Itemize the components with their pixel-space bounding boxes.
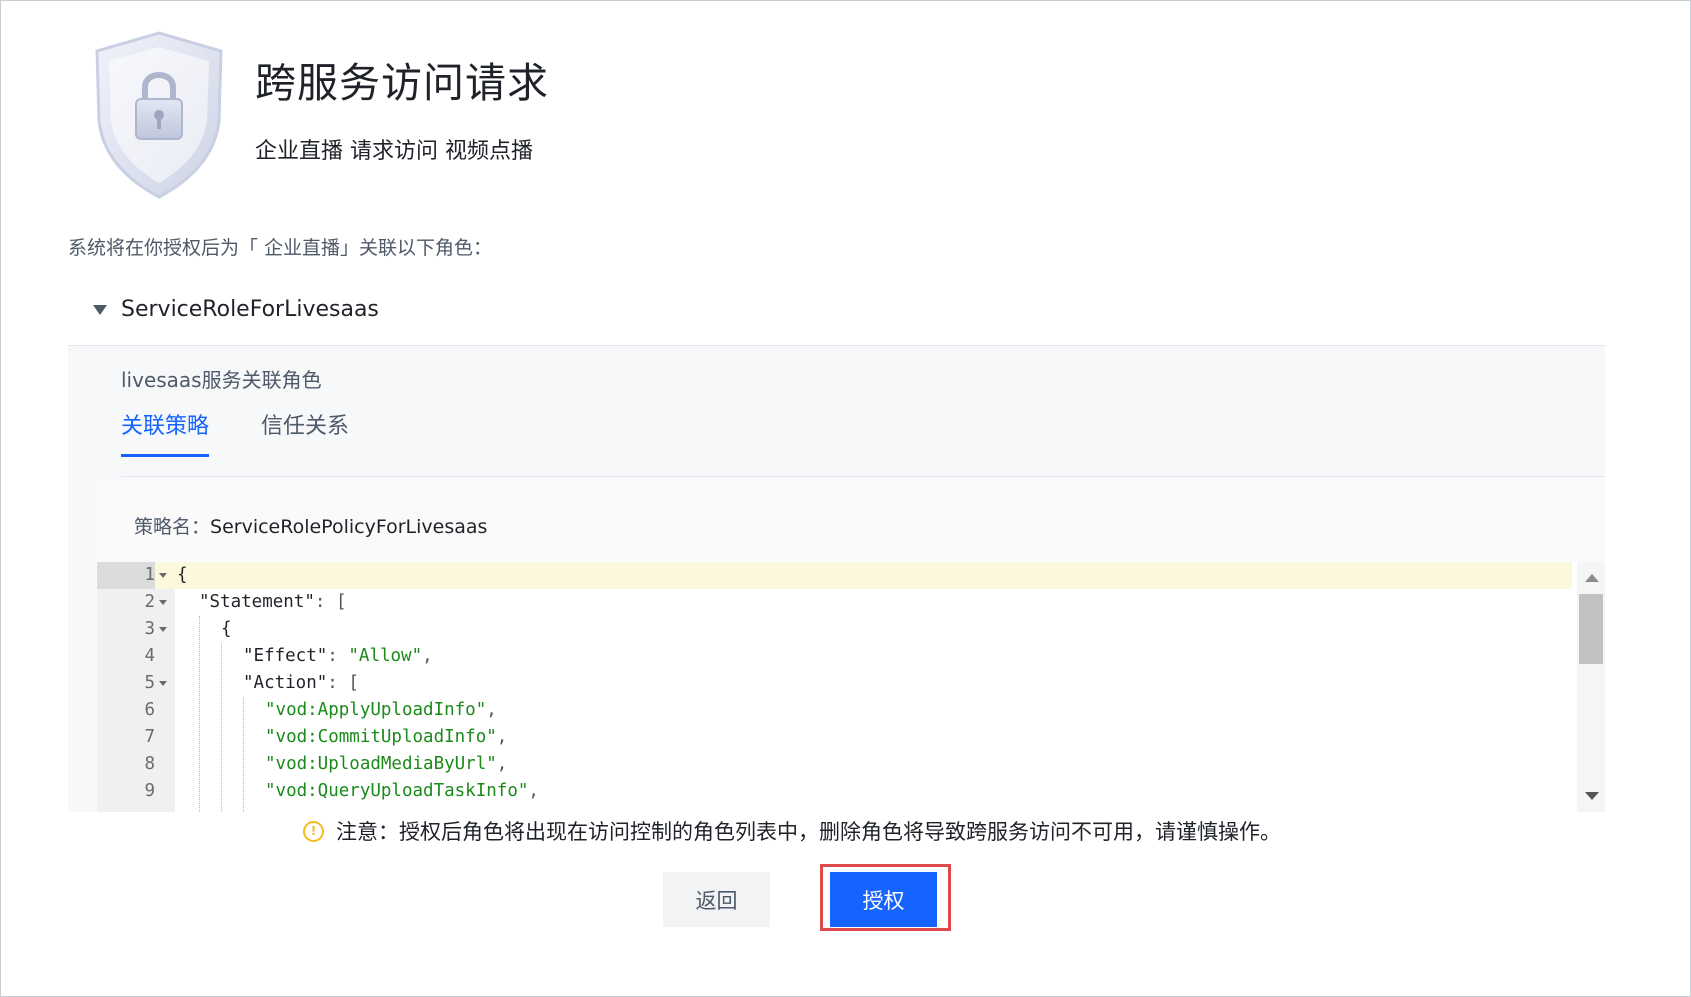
tab-associated-policy[interactable]: 关联策略 — [121, 408, 210, 457]
policy-name-value: ServiceRolePolicyForLivesaas — [210, 516, 488, 538]
authorize-button[interactable]: 授权 — [830, 872, 937, 927]
role-binding-description: 系统将在你授权后为「 企业直播」关联以下角色： — [68, 237, 493, 259]
role-description: livesaas服务关联角色 — [121, 368, 322, 392]
line-number: 4 — [144, 646, 155, 666]
shield-lock-icon — [95, 31, 223, 199]
code-line: 9 "vod:QueryUploadTaskInfo", — [97, 778, 1572, 805]
code-text: "Action": [ — [243, 670, 359, 697]
code-text: "vod:UploadMediaByUrl", — [265, 754, 508, 774]
policy-name-label: 策略名： — [134, 516, 211, 538]
role-name: ServiceRoleForLivesaas — [121, 297, 379, 322]
json-string: "Allow" — [348, 646, 423, 666]
code-text: "vod:QueryUploadTaskInfo", — [265, 781, 539, 801]
json-punct: : [ — [327, 673, 359, 693]
role-detail-panel: livesaas服务关联角色 关联策略 信任关系 策略名：ServiceRole… — [68, 345, 1605, 812]
json-punct: : [ — [314, 592, 347, 612]
policy-code-editor[interactable]: 1 { 2 "Statement": [ 3 { 4 "Effect": "Al… — [97, 562, 1605, 812]
scroll-up-arrow-icon[interactable] — [1585, 574, 1599, 582]
policy-name-row: 策略名：ServiceRolePolicyForLivesaas — [134, 512, 487, 539]
code-line: 5 "Action": [ — [97, 670, 1572, 697]
fold-toggle-icon[interactable] — [159, 681, 167, 686]
json-key: "Effect" — [243, 646, 328, 666]
scrollbar-thumb[interactable] — [1579, 594, 1603, 664]
line-number: 5 — [144, 673, 155, 693]
code-line: 7 "vod:CommitUploadInfo", — [97, 724, 1572, 751]
caret-down-icon — [93, 304, 107, 315]
code-line: 2 "Statement": [ — [97, 589, 1572, 616]
line-number: 7 — [144, 727, 155, 747]
warning-notice: ! 注意：授权后角色将出现在访问控制的角色列表中，删除角色将导致跨服务访问不可用… — [303, 816, 1281, 846]
json-string: "vod:UploadMediaByUrl" — [265, 754, 497, 774]
page-subtitle: 企业直播 请求访问 视频点播 — [255, 139, 533, 164]
editor-scrollbar[interactable] — [1577, 562, 1605, 812]
page-title: 跨服务访问请求 — [255, 59, 549, 107]
json-key: "Action" — [243, 673, 328, 693]
code-text: "Statement": [ — [199, 589, 347, 616]
fold-toggle-icon[interactable] — [159, 573, 167, 578]
code-line: 3 { — [97, 616, 1572, 643]
code-text: { — [177, 565, 188, 585]
line-number: 2 — [144, 592, 155, 612]
fold-toggle-icon[interactable] — [159, 627, 167, 632]
line-number: 6 — [144, 700, 155, 720]
role-tabs: 关联策略 信任关系 — [121, 408, 1605, 477]
code-text: { — [221, 619, 232, 639]
code-text: "vod:CommitUploadInfo", — [265, 727, 508, 747]
json-key: "Statement" — [199, 592, 315, 612]
policy-box: 策略名：ServiceRolePolicyForLivesaas 1 { 2 "… — [97, 482, 1605, 812]
json-string: "vod:CommitUploadInfo" — [265, 727, 497, 747]
line-number: 8 — [144, 754, 155, 774]
line-number: 1 — [97, 562, 155, 589]
scroll-down-arrow-icon[interactable] — [1585, 792, 1599, 800]
code-line: 8 "vod:UploadMediaByUrl", — [97, 751, 1572, 778]
fold-toggle-icon[interactable] — [159, 600, 167, 605]
code-text: "vod:ApplyUploadInfo", — [265, 700, 497, 720]
code-line: 4 "Effect": "Allow", — [97, 643, 1572, 670]
json-string: "vod:QueryUploadTaskInfo" — [265, 781, 529, 801]
warning-text: 注意：授权后角色将出现在访问控制的角色列表中，删除角色将导致跨服务访问不可用，请… — [336, 820, 1281, 844]
role-collapse-toggle[interactable]: ServiceRoleForLivesaas — [93, 297, 379, 322]
line-number: 9 — [144, 781, 155, 801]
code-text: "Effect": "Allow", — [243, 646, 433, 666]
code-line: 6 "vod:ApplyUploadInfo", — [97, 697, 1572, 724]
line-number: 3 — [144, 619, 155, 639]
back-button[interactable]: 返回 — [663, 872, 770, 927]
code-line: 1 { — [97, 562, 1572, 589]
json-string: "vod:ApplyUploadInfo" — [265, 700, 487, 720]
tab-trust-relationship[interactable]: 信任关系 — [261, 408, 349, 454]
warning-icon: ! — [303, 820, 324, 842]
